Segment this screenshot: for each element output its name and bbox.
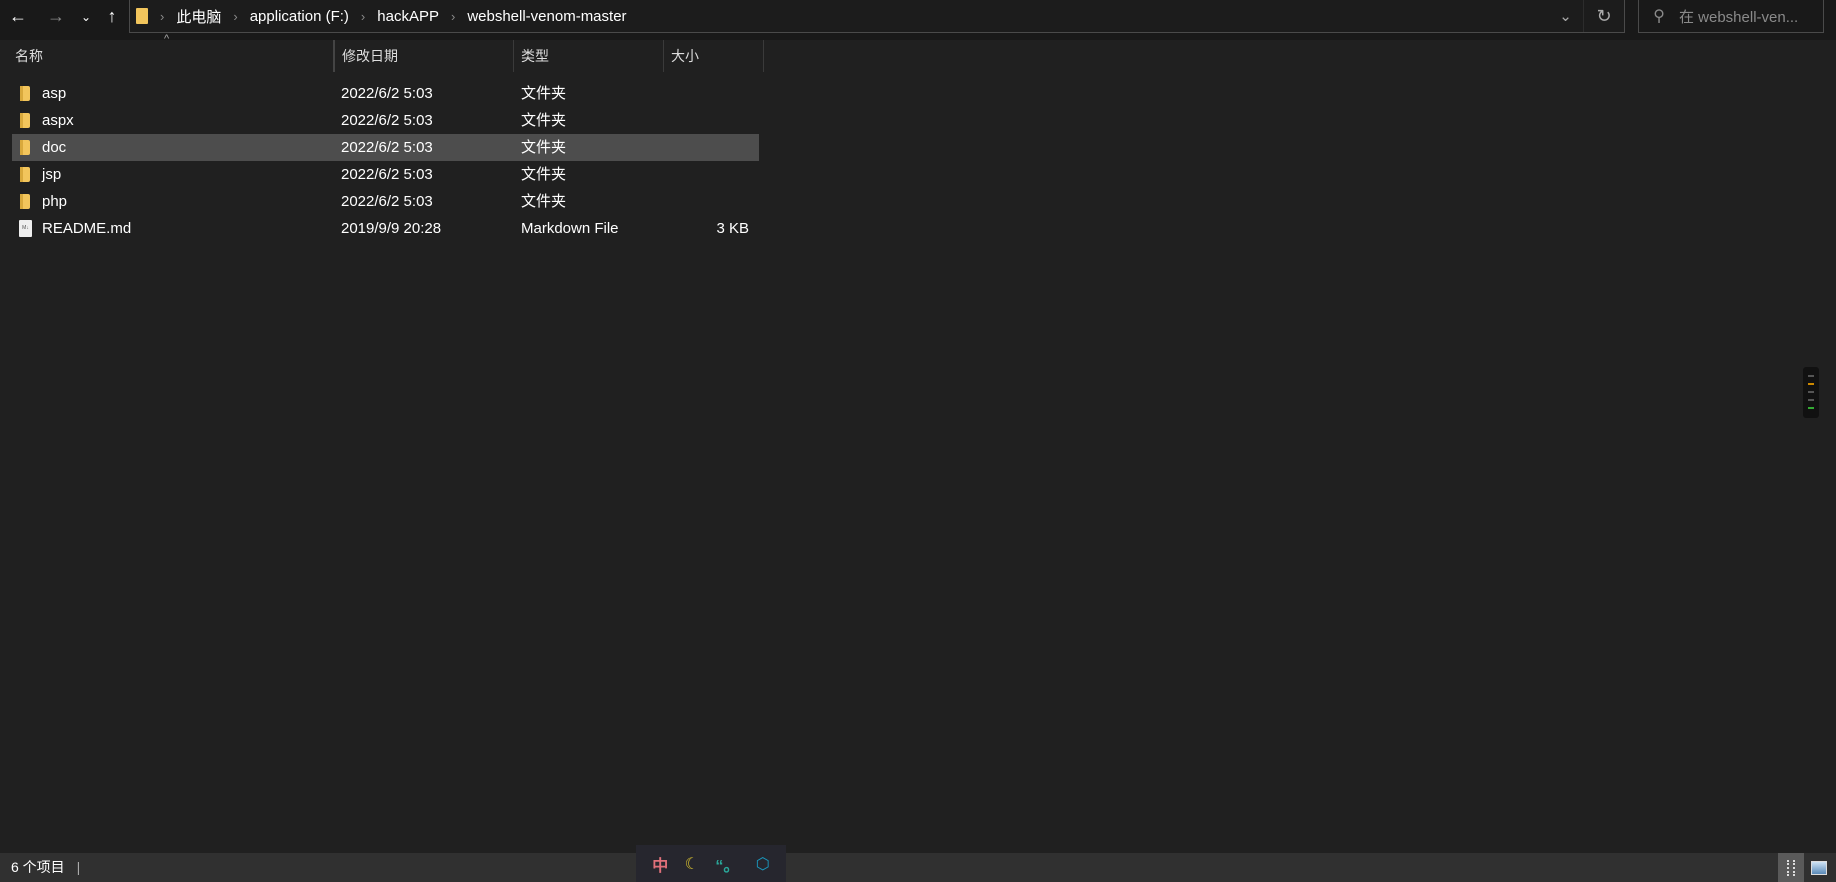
file-type: 文件夹 <box>521 85 567 102</box>
breadcrumb-current[interactable]: webshell-venom-master <box>459 8 634 25</box>
refresh-button[interactable]: ↻ <box>1584 0 1624 32</box>
column-header-size[interactable]: 大小 <box>664 40 764 72</box>
search-box[interactable]: ⚲ 在 webshell-ven... <box>1638 0 1824 33</box>
column-header-date[interactable]: 修改日期 <box>334 40 514 72</box>
status-divider: | <box>76 859 81 875</box>
file-name: README.md <box>42 220 132 237</box>
file-name: asp <box>42 85 67 102</box>
file-row-aspx[interactable]: aspx 2022/6/2 5:03 文件夹 <box>12 107 759 134</box>
details-view-button[interactable] <box>1778 853 1804 882</box>
address-dropdown-button[interactable]: ⌄ <box>1548 0 1584 32</box>
file-size: 3 KB <box>716 220 749 237</box>
file-row-jsp[interactable]: jsp 2022/6/2 5:03 文件夹 <box>12 161 759 188</box>
chevron-down-icon: ⌄ <box>80 9 92 24</box>
chevron-right-icon: › <box>450 8 456 24</box>
chevron-right-icon: › <box>233 8 238 24</box>
up-button[interactable]: ↑ <box>100 0 124 33</box>
ime-toolbar: 中 ☾ “。 ⬡ <box>636 845 786 882</box>
arrow-up-icon: ↑ <box>107 6 117 26</box>
item-count: 6 个项目 <box>11 859 65 875</box>
file-row-readme[interactable]: M↓ README.md 2019/9/9 20:28 Markdown Fil… <box>12 215 759 242</box>
ime-mode-toggle[interactable]: 中 <box>652 852 668 876</box>
file-date: 2022/6/2 5:03 <box>341 112 433 129</box>
file-date: 2022/6/2 5:03 <box>341 85 433 102</box>
details-view-icon <box>1787 859 1795 876</box>
chevron-right-icon: › <box>160 8 165 24</box>
file-date: 2022/6/2 5:03 <box>341 139 433 156</box>
arrow-right-icon: → <box>47 6 65 26</box>
status-bar: 6 个项目 | <box>0 853 1836 882</box>
moon-icon[interactable]: ☾ <box>685 854 699 874</box>
large-icons-view-button[interactable] <box>1806 853 1832 882</box>
folder-icon <box>20 86 30 101</box>
folder-icon <box>20 194 30 209</box>
file-type: 文件夹 <box>521 166 567 183</box>
large-icons-view-icon <box>1811 860 1827 875</box>
file-type: 文件夹 <box>521 112 567 129</box>
folder-icon <box>20 113 30 128</box>
breadcrumb-this-pc[interactable]: 此电脑 <box>168 6 229 27</box>
punctuation-icon[interactable]: “。 <box>715 852 739 876</box>
file-type: Markdown File <box>521 220 619 237</box>
file-date: 2022/6/2 5:03 <box>341 166 433 183</box>
file-name: php <box>42 193 68 210</box>
file-row-doc[interactable]: doc 2022/6/2 5:03 文件夹 <box>12 134 759 161</box>
file-type: 文件夹 <box>521 193 567 210</box>
file-type: 文件夹 <box>521 139 567 156</box>
column-header-name[interactable]: 名称 <box>8 40 334 72</box>
file-row-asp[interactable]: asp 2022/6/2 5:03 文件夹 <box>12 80 759 107</box>
back-button[interactable]: ← <box>4 0 32 33</box>
file-name: doc <box>42 139 67 156</box>
breadcrumb-drive[interactable]: application (F:) <box>242 8 357 25</box>
refresh-icon: ↻ <box>1596 5 1612 26</box>
sort-ascending-icon: ^ <box>164 33 170 45</box>
file-row-php[interactable]: php 2022/6/2 5:03 文件夹 <box>12 188 759 215</box>
folder-icon <box>20 140 30 155</box>
forward-button[interactable]: → <box>42 0 70 33</box>
markdown-file-icon: M↓ <box>19 220 32 237</box>
file-name: aspx <box>42 112 74 129</box>
breadcrumb-hackapp[interactable]: hackAPP <box>369 8 447 25</box>
chevron-right-icon: › <box>360 8 366 24</box>
file-name: jsp <box>42 166 62 183</box>
address-bar[interactable]: › 此电脑 › application (F:) › hackAPP › web… <box>129 0 1625 33</box>
folder-icon <box>136 8 148 24</box>
column-header-row: 名称 修改日期 类型 大小 <box>0 40 770 72</box>
column-header-type[interactable]: 类型 <box>514 40 664 72</box>
search-icon: ⚲ <box>1653 8 1665 25</box>
file-date: 2022/6/2 5:03 <box>341 193 433 210</box>
navigation-bar: ← → ⌄ ↑ › 此电脑 › application (F:) › hackA… <box>0 0 1836 40</box>
file-date: 2019/9/9 20:28 <box>341 220 442 237</box>
chevron-down-icon: ⌄ <box>1559 8 1572 25</box>
recent-locations-button[interactable]: ⌄ <box>76 0 96 33</box>
search-placeholder: 在 webshell-ven... <box>1679 8 1799 26</box>
arrow-left-icon: ← <box>9 6 27 26</box>
settings-icon[interactable]: ⬡ <box>756 854 770 874</box>
floating-monitor-widget[interactable] <box>1803 367 1819 418</box>
folder-icon <box>20 167 30 182</box>
